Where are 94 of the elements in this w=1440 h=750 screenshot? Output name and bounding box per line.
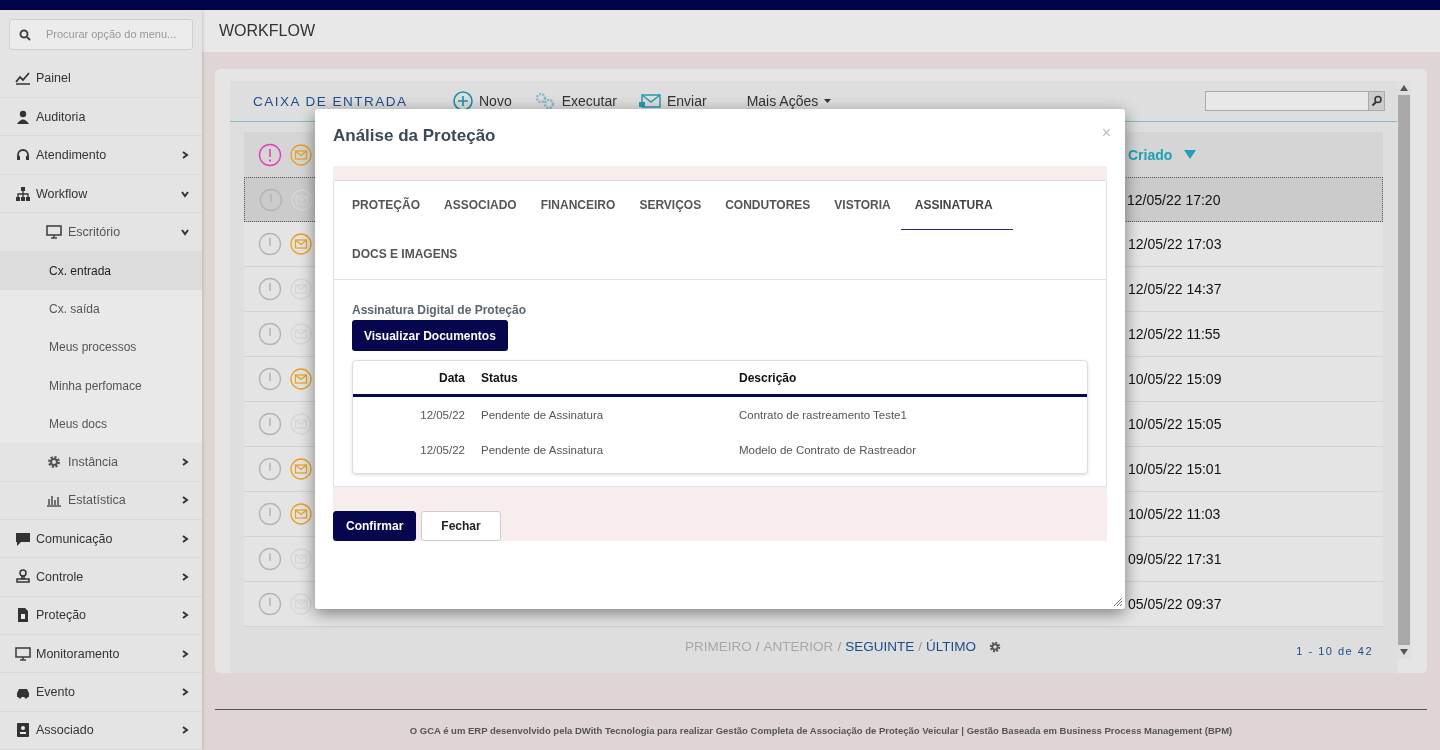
menu-item[interactable]: Evento [0, 673, 202, 712]
column-header: Descrição [739, 370, 798, 385]
alert-icon [258, 367, 282, 391]
view-documents-button[interactable]: Visualizar Documentos [352, 320, 508, 351]
alert-icon [258, 232, 282, 256]
envelope-icon [638, 93, 661, 109]
menu-item[interactable]: Auditoria [0, 98, 202, 137]
menu-item[interactable]: Cx. saída [0, 289, 202, 329]
section-title: Assinatura Digital de Proteção [352, 303, 527, 317]
gears-icon [533, 92, 556, 110]
scrollbar-thumb[interactable] [1398, 95, 1410, 645]
document-icon [15, 607, 31, 624]
menu-item[interactable]: Workflow [0, 174, 202, 214]
table-cell-text: 10/05/22 15:09 [1128, 371, 1223, 387]
tab[interactable]: PROTEÇÃO [352, 181, 432, 230]
mail-icon [290, 143, 312, 166]
tab[interactable]: VISTORIA [834, 181, 903, 230]
menu-item[interactable]: Instância [0, 443, 202, 482]
inbox-title: CAIXA DE ENTRADA [253, 93, 409, 109]
modal-title: Análise da Proteção [333, 126, 496, 145]
menu-item[interactable]: Controle [0, 558, 202, 597]
pager-link[interactable]: ÚLTIMO [925, 639, 976, 654]
column-header: Data [438, 370, 465, 385]
monitor-icon [46, 223, 62, 240]
page-title: WORKFLOW [219, 22, 315, 40]
table-cell-text: 12/05/22 11:55 [1128, 326, 1222, 342]
table-cell-text: 12/05/22 [419, 443, 465, 456]
search-button[interactable] [1368, 91, 1385, 111]
table-cell-text: 05/05/22 09:37 [1128, 596, 1223, 612]
sitemap-icon [15, 185, 31, 202]
table-cell-text: Pendente de Assinatura [480, 408, 605, 421]
table-cell-text: 12/05/22 17:03 [1128, 236, 1223, 252]
alert-icon [258, 277, 282, 301]
menu-item[interactable]: Escritório [0, 213, 202, 252]
id-card-icon [15, 722, 31, 739]
menu-item[interactable]: Atendimento [0, 136, 202, 175]
confirm-button[interactable]: Confirmar [333, 511, 417, 541]
alert-icon [258, 457, 282, 481]
table-cell-text: 12/05/22 [419, 408, 465, 421]
toolbar-button[interactable]: Novo [453, 91, 512, 111]
table-cell-text: 10/05/22 15:05 [1128, 416, 1223, 432]
menu-item[interactable]: Cx. entrada [0, 251, 202, 290]
menu-item[interactable]: Estatística [0, 481, 202, 520]
menu-item[interactable]: Meus processos [0, 328, 202, 367]
tab[interactable]: FINANCEIRO [540, 181, 628, 230]
menu-item[interactable]: Proteção [0, 596, 202, 635]
scroll-down-icon[interactable] [1400, 649, 1408, 655]
tab[interactable]: CONDUTORES [725, 181, 823, 230]
tab[interactable]: SERVIÇOS [639, 181, 714, 230]
menu-item[interactable]: Minha perfomace [0, 366, 202, 405]
table-cell-text: 09/05/22 17:31 [1128, 551, 1223, 567]
table-cell-text: 10/05/22 15:01 [1128, 461, 1223, 477]
table-cell-text: Pendente de Assinatura [480, 443, 605, 456]
table-cell-text: Contrato de rastreamento Teste1 [739, 408, 908, 421]
menu-item[interactable]: Comunicação [0, 519, 202, 559]
column-header: Status [480, 370, 519, 385]
table-cell-text: 12/05/22 17:20 [1127, 191, 1222, 208]
table-cell-text: Modelo de Contrato de Rastreador [739, 443, 918, 456]
scroll-up-icon[interactable] [1400, 85, 1408, 91]
settings-icon [46, 453, 62, 470]
alert-icon [258, 412, 282, 436]
alert-icon [258, 547, 282, 571]
more-actions-menu[interactable]: Mais Ações [746, 93, 832, 109]
pager-separator: / [837, 639, 842, 654]
alert-icon [258, 142, 282, 167]
menu-item[interactable]: Associado [0, 711, 202, 750]
caret-icon [824, 99, 832, 103]
pager-separator: / [755, 639, 760, 654]
menu-item[interactable]: Meus docs [0, 404, 202, 444]
line-chart-icon [15, 70, 31, 87]
stamp-icon [15, 568, 31, 585]
record-count: 1 - 10 de 42 [1296, 645, 1373, 657]
menu-search-field[interactable]: Procurar opção do menu... [9, 19, 193, 50]
menu-item[interactable]: Monitoramento [0, 634, 202, 674]
tab[interactable]: DOCS E IMAGENS [352, 230, 470, 279]
inbox-search-field[interactable] [1205, 91, 1368, 111]
alert-icon [258, 322, 282, 346]
tab[interactable]: ASSINATURA [900, 181, 1013, 230]
plus-circle-icon [453, 91, 473, 111]
table-cell-text: 10/05/22 11:03 [1128, 506, 1222, 522]
toolbar-button[interactable]: Enviar [638, 93, 707, 109]
monitor-icon [15, 645, 31, 662]
menu-item[interactable]: Painel [0, 59, 202, 99]
toolbar-button[interactable]: Executar [533, 92, 617, 110]
alert-icon [258, 592, 282, 616]
alert-icon [258, 502, 282, 526]
pager-link[interactable]: SEGUINTE [845, 639, 915, 654]
table-cell-text: 12/05/22 14:37 [1128, 281, 1223, 297]
chat-icon [15, 530, 31, 547]
pager-separator: / [918, 639, 922, 654]
resize-grip-icon[interactable] [1114, 598, 1122, 606]
tab[interactable]: ASSOCIADO [444, 181, 529, 230]
close-button[interactable]: Fechar [421, 511, 501, 541]
footer-text: O GCA é um ERP desenvolvido pela DWith Tecnologia para realizar Gestão Completa de Associação de Proteção Veicular | Gestão Baseada em Business Process Management (BPM) [409, 725, 1233, 736]
